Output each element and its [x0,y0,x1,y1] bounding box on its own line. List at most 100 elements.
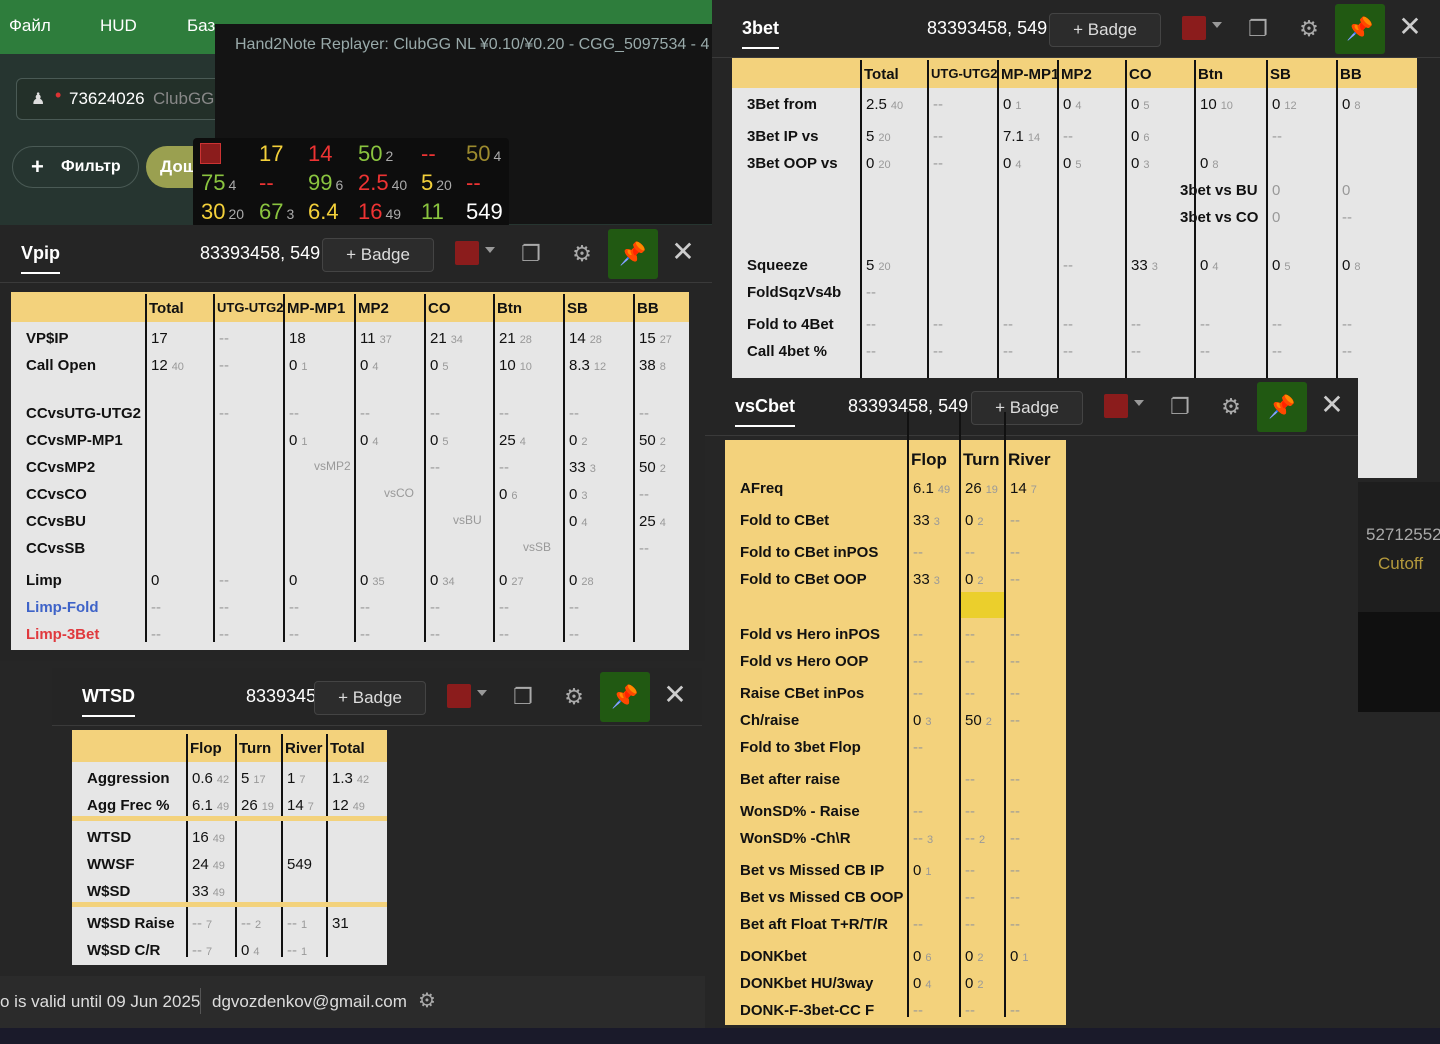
vscbet-stat-sample: 49 [937,484,951,496]
threebet-stat-value: 0 [1003,155,1012,172]
wtsd-color-caret-icon[interactable] [477,690,487,696]
vpip-stat-sample: 4 [519,436,526,448]
vpip-stat-sample: 34 [450,334,463,346]
bg-player-id: 52712552 [1366,525,1440,544]
hud-stat: 99 6 [308,170,343,196]
vscbet-stat-cell: -- [1010,830,1024,847]
threebet-stat-cell: -- [1342,316,1356,333]
menu-base[interactable]: Баз [187,16,215,36]
threebet-settings-gear-icon[interactable]: ⚙ [1294,14,1324,44]
vscbet-stat-cell [965,739,969,756]
vscbet-color-swatch[interactable] [1104,394,1128,418]
vscbet-row-label: DONK-F-3bet-CC F [740,1002,875,1019]
wtsd-stat-cell: 14 7 [287,797,314,814]
wtsd-close-icon[interactable]: ✕ [660,680,690,710]
wtsd-stat-value: -- [287,942,297,959]
filter-button[interactable]: + Фильтр [12,146,139,188]
vpip-stat-cell: -- [360,599,374,616]
wtsd-stat-cell: 549 [287,856,316,873]
player-search-input[interactable]: ♟ • 73624026 ClubGG [16,78,226,120]
threebet-stat-cell: -- [1063,257,1077,274]
vpip-stat-cell: 04 [569,513,587,530]
gear-icon[interactable]: ⚙ [418,988,436,1013]
vscbet-stat-value: -- [913,830,923,847]
hud-stat-value: 30 [201,199,226,224]
vscbet-close-icon[interactable]: ✕ [1317,390,1347,420]
vscbet-stat-value: -- [1010,862,1020,879]
wtsd-settings-gear-icon[interactable]: ⚙ [559,682,589,712]
menu-file[interactable]: Файл [9,16,51,36]
threebet-panel-title[interactable]: 3bet [742,18,780,49]
vscbet-stat-value: -- [1010,544,1020,561]
vscbet-stat-value: 26 [965,480,982,497]
vscbet-copy-icon[interactable]: ❐ [1165,392,1195,422]
vpip-stat-value: -- [151,599,161,616]
vpip-color-caret-icon[interactable] [485,247,495,253]
vscbet-pin-icon[interactable]: 📌 [1257,382,1307,432]
vscbet-stat-value: 0 [965,512,974,529]
vpip-stat-sample: 3 [589,463,596,475]
vscbet-settings-gear-icon[interactable]: ⚙ [1216,392,1246,422]
vpip-badge-button[interactable]: + Badge [322,238,434,272]
vpip-stat-value: -- [499,459,509,476]
vpip-panel-header: Vpip 83393458, 549 + Badge ❐ ⚙ 📌 ✕ [0,225,712,283]
threebet-row-label: 3Bet IP vs [747,128,819,145]
threebet-pin-icon[interactable]: 📌 [1335,4,1385,54]
vpip-stat-cell [151,486,155,503]
hud-stat-value: 17 [259,141,284,166]
vpip-stat-value: -- [639,486,649,503]
threebet-color-swatch[interactable] [1182,16,1206,40]
vpip-stat-cell [289,486,293,503]
vpip-stat-value: 50 [639,432,656,449]
vpip-stat-value: 0 [289,357,298,374]
wtsd-pin-icon[interactable]: 📌 [600,672,650,722]
threebet-stat-cell [1272,155,1276,172]
wtsd-stat-cell [241,856,245,873]
threebet-copy-icon[interactable]: ❐ [1243,14,1273,44]
wtsd-color-swatch[interactable] [447,684,471,708]
threebet-stat-value: 0 [1272,257,1281,274]
threebet-color-caret-icon[interactable] [1212,22,1222,28]
vpip-pin-icon[interactable]: 📌 [608,229,658,279]
vscbet-stat-cell: -- [965,916,979,933]
wtsd-stat-cell: 31 [332,915,353,932]
wtsd-badge-button[interactable]: + Badge [314,681,426,715]
threebet-stat-cell: -- [1131,343,1145,360]
vpip-stat-cell [289,540,293,557]
vpip-settings-gear-icon[interactable]: ⚙ [567,239,597,269]
vscbet-stat-cell: 02 [965,571,983,588]
threebet-player-id: 83393458, 549 [927,18,1048,38]
vscbet-panel-title[interactable]: vsCbet [735,396,796,427]
vscbet-stat-value: -- [1010,771,1020,788]
vscbet-col-divider [907,412,909,1017]
vpip-color-swatch[interactable] [455,241,479,265]
wtsd-stat-cell: 17 [287,770,305,787]
wtsd-stat-cell: 0.6 42 [192,770,229,787]
vpip-panel-title[interactable]: Vpip [21,243,60,274]
threebet-stat-cell: -- [1272,343,1286,360]
wtsd-stat-cell: -- 7 [192,942,212,959]
vpip-copy-icon[interactable]: ❐ [516,239,546,269]
vscbet-color-caret-icon[interactable] [1134,400,1144,406]
vpip-stat-sample: 3 [581,490,588,502]
vscbet-stat-cell: -- [1010,653,1024,670]
vpip-col-divider [633,294,635,642]
hud-stat-value: 16 [358,199,383,224]
vscbet-stat-value: 0 [965,571,974,588]
wtsd-stat-cell: -- 7 [192,915,212,932]
wtsd-copy-icon[interactable]: ❐ [508,682,538,712]
threebet-stat-sample: 3 [1151,261,1158,273]
vpip-stat-sample: 2 [659,436,666,448]
vpip-stat-cell: -- [569,405,583,422]
vpip-close-icon[interactable]: ✕ [668,237,698,267]
vpip-stat-value: 17 [151,330,168,347]
vscbet-stat-value: -- [913,685,923,702]
threebet-close-icon[interactable]: ✕ [1395,12,1425,42]
wtsd-col-header: Turn [239,740,272,757]
threebet-stat-sample: 5 [1284,261,1291,273]
vscbet-badge-button[interactable]: + Badge [971,391,1083,425]
threebet-stat-value: 0 [1131,96,1140,113]
wtsd-panel-title[interactable]: WTSD [82,686,135,717]
threebet-badge-button[interactable]: + Badge [1049,13,1161,47]
menu-hud[interactable]: HUD [100,16,137,36]
